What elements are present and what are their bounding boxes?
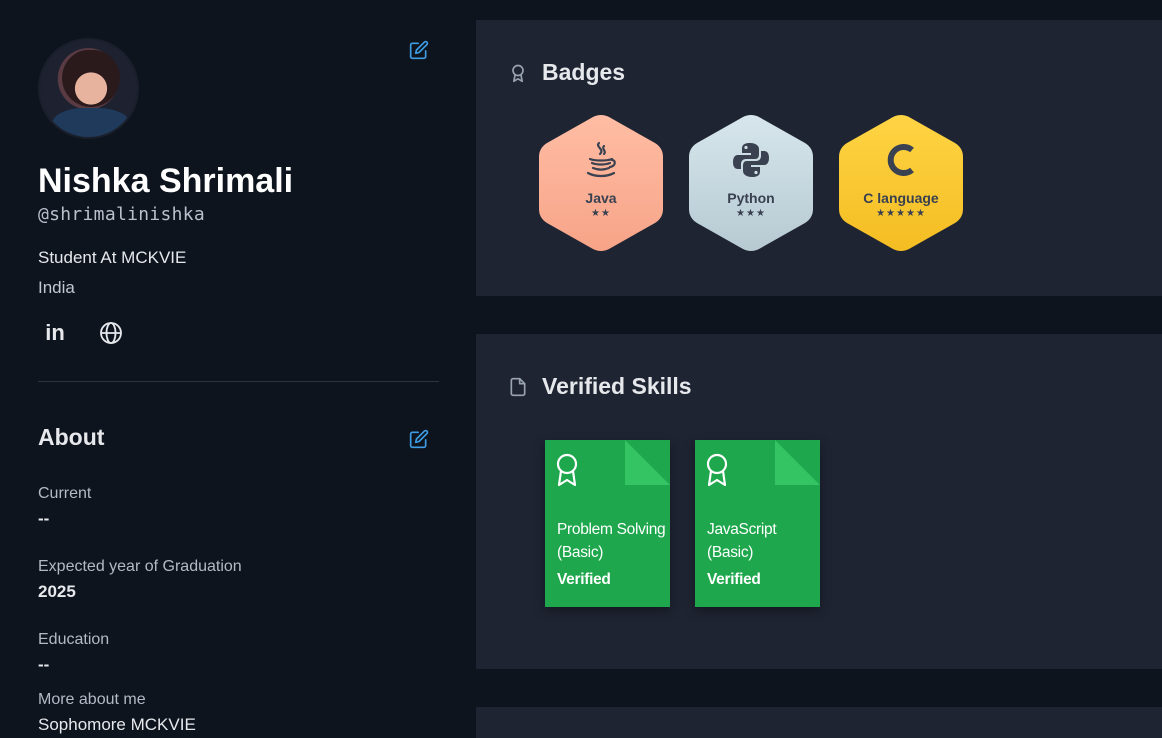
document-icon — [508, 376, 528, 398]
award-ribbon-icon — [704, 453, 730, 487]
edit-about-icon[interactable] — [409, 429, 429, 449]
skill-certificate-problem-solving[interactable]: Problem Solving (Basic) Verified — [545, 440, 670, 607]
about-current-value: -- — [38, 509, 50, 528]
profile-handle: @shrimalinishka — [38, 204, 206, 225]
badge-c-language-label: C language — [863, 190, 939, 206]
about-title: About — [38, 424, 105, 450]
badge-python-stars: ★★★ — [736, 208, 766, 219]
about-education-label: Education — [38, 631, 110, 648]
section-divider — [38, 381, 439, 382]
avatar — [38, 38, 139, 139]
profile-job-title: Student At MCKVIE — [38, 248, 187, 267]
profile-name: Nishka Shrimali — [38, 162, 294, 200]
profile-sidebar: Nishka Shrimali @shrimalinishka Student … — [0, 0, 476, 738]
profile-country: India — [38, 278, 75, 297]
about-graduation-label: Expected year of Graduation — [38, 558, 242, 575]
skill-name: Problem Solving (Basic) — [557, 521, 666, 561]
certificate-fold — [775, 440, 820, 485]
verified-skills-title: Verified Skills — [542, 373, 692, 399]
profile-page: Nishka Shrimali @shrimalinishka Student … — [0, 0, 1162, 738]
next-section-card — [476, 707, 1162, 738]
badge-c-language-stars: ★★★★★ — [876, 208, 926, 219]
edit-profile-icon[interactable] — [409, 40, 429, 60]
about-education-value: -- — [38, 655, 50, 674]
badge-java-label: Java — [585, 190, 617, 206]
website-globe-icon[interactable] — [96, 318, 126, 348]
badges-card: Badges Java ★★ Python ★★★ C language ★★★… — [476, 20, 1162, 296]
skill-status: Verified — [707, 571, 761, 588]
skill-certificate-javascript[interactable]: JavaScript (Basic) Verified — [695, 440, 820, 607]
about-more-value: Sophomore MCKVIE — [38, 715, 196, 734]
linkedin-icon[interactable]: in — [40, 318, 70, 348]
skill-status: Verified — [557, 571, 611, 588]
badge-c-language[interactable]: C language ★★★★★ — [838, 114, 964, 252]
about-graduation-value: 2025 — [38, 582, 76, 601]
badge-python-label: Python — [727, 190, 775, 206]
skill-name: JavaScript (Basic) — [707, 521, 777, 561]
about-more-label: More about me — [38, 691, 146, 708]
award-ribbon-icon — [554, 453, 580, 487]
certificate-fold — [625, 440, 670, 485]
badge-java-stars: ★★ — [591, 208, 611, 219]
about-current-label: Current — [38, 485, 92, 502]
badge-ribbon-icon — [508, 62, 528, 84]
java-cup-icon — [538, 140, 664, 185]
python-logo-icon — [688, 140, 814, 185]
c-letter-icon — [838, 140, 964, 185]
badge-python[interactable]: Python ★★★ — [688, 114, 814, 252]
badge-java[interactable]: Java ★★ — [538, 114, 664, 252]
verified-skills-card: Verified Skills Problem Solving (Basic) … — [476, 334, 1162, 669]
badges-title: Badges — [542, 59, 626, 85]
